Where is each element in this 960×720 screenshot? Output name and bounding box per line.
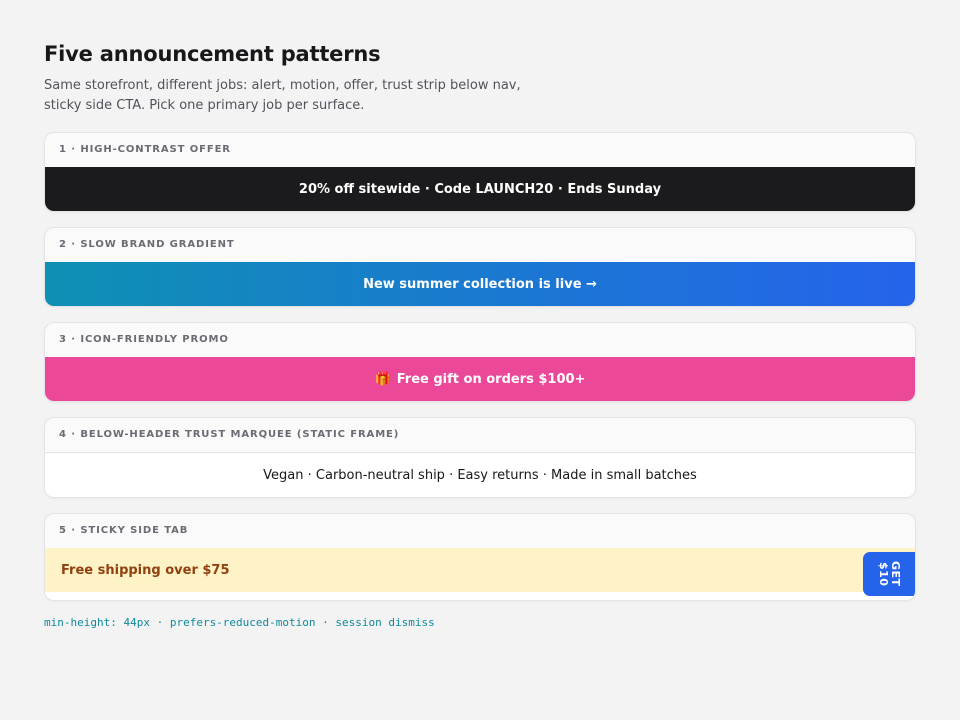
pattern-card-trust-marquee: 4 · BELOW-HEADER TRUST MARQUEE (STATIC F…: [44, 417, 916, 498]
announcement-bar-shipping: Free shipping over $75: [45, 548, 915, 592]
sticky-side-tab-button[interactable]: GET $10: [863, 552, 915, 596]
announcement-link[interactable]: New summer collection is live →: [363, 277, 597, 292]
announcement-bar-gradient[interactable]: New summer collection is live →: [45, 262, 915, 306]
card-footer-space: [45, 592, 915, 600]
card-label: 4 · BELOW-HEADER TRUST MARQUEE (STATIC F…: [59, 429, 400, 440]
announcement-text: Free gift on orders $100+: [396, 371, 586, 387]
page-subtitle: Same storefront, different jobs: alert, …: [44, 78, 521, 113]
footnote: min-height: 44px · prefers-reduced-motio…: [44, 616, 435, 629]
trust-marquee-text: Vegan · Carbon-neutral ship · Easy retur…: [263, 467, 697, 483]
pattern-card-gradient: 2 · SLOW BRAND GRADIENT New summer colle…: [44, 227, 916, 307]
card-label: 1 · HIGH-CONTRAST OFFER: [59, 144, 231, 155]
announcement-text: 20% off sitewide · Code LAUNCH20 · Ends …: [298, 181, 662, 197]
patterns-list: 1 · HIGH-CONTRAST OFFER 20% off sitewide…: [44, 132, 916, 601]
page-title: Five announcement patterns: [44, 42, 381, 66]
card-label: 2 · SLOW BRAND GRADIENT: [59, 239, 235, 250]
announcement-bar-offer[interactable]: 20% off sitewide · Code LAUNCH20 · Ends …: [45, 167, 915, 211]
gift-icon: 🎁: [374, 371, 391, 387]
pattern-card-icon-promo: 3 · ICON-FRIENDLY PROMO 🎁 Free gift on o…: [44, 322, 916, 402]
pattern-card-high-contrast: 1 · HIGH-CONTRAST OFFER 20% off sitewide…: [44, 132, 916, 212]
card-label: 3 · ICON-FRIENDLY PROMO: [59, 334, 229, 345]
announcement-text: Free shipping over $75: [61, 562, 230, 578]
announcement-bar-promo[interactable]: 🎁 Free gift on orders $100+: [45, 357, 915, 401]
side-tab-label: GET $10: [877, 561, 902, 587]
card-label: 5 · STICKY SIDE TAB: [59, 525, 189, 536]
pattern-card-sticky-tab: 5 · STICKY SIDE TAB Free shipping over $…: [44, 513, 916, 601]
page: Five announcement patterns Same storefro…: [0, 0, 960, 629]
trust-marquee: Vegan · Carbon-neutral ship · Easy retur…: [45, 452, 915, 497]
